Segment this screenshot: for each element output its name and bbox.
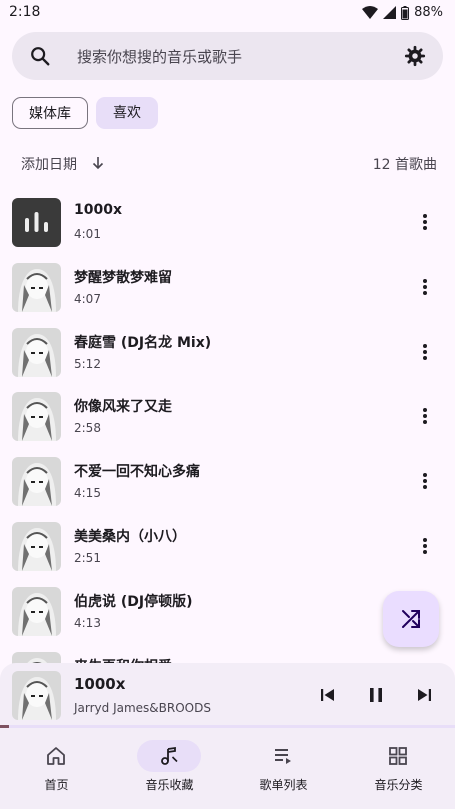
nav-item-favorites[interactable]: 音乐收藏 xyxy=(113,728,226,809)
song-title: 美美桑内（小八） xyxy=(74,528,186,545)
nav-item-playlists[interactable]: 歌单列表 xyxy=(227,728,340,809)
song-title: 梦醒梦散梦难留 xyxy=(74,269,172,286)
gear-icon[interactable] xyxy=(404,45,426,67)
song-duration: 4:07 xyxy=(74,291,101,306)
status-bar: 2:18 88% xyxy=(0,0,455,26)
song-title: 你像风来了又走 xyxy=(74,399,172,416)
album-cover xyxy=(12,392,61,442)
song-row[interactable]: 美美桑内（小八） 2:51 xyxy=(0,514,455,579)
album-cover xyxy=(12,586,61,636)
wifi-icon xyxy=(362,5,379,19)
mini-player[interactable]: 1000x Jarryd James&BROODS xyxy=(0,663,455,726)
now-playing-indicator xyxy=(12,198,61,247)
more-vert-icon[interactable] xyxy=(415,277,435,297)
sort-button[interactable]: 添加日期 xyxy=(21,154,77,174)
now-playing-artist: Jarryd James&BROODS xyxy=(74,701,211,715)
song-duration: 2:51 xyxy=(74,550,101,565)
music-note-icon xyxy=(161,746,178,765)
nav-label-home: 首页 xyxy=(44,778,69,792)
song-duration: 5:12 xyxy=(74,356,101,371)
song-title: 不爱一回不知心多痛 xyxy=(74,464,200,481)
album-cover xyxy=(12,521,61,571)
song-duration: 2:58 xyxy=(74,421,101,436)
album-cover xyxy=(12,262,61,312)
now-playing-cover xyxy=(12,671,61,720)
song-duration: 4:01 xyxy=(74,227,101,241)
song-list: 1000x 4:01 梦醒梦散梦难留 4:07 春庭雪 (DJ名龙 Mix) 5:12 你像… xyxy=(0,190,455,665)
chip-library[interactable]: 媒体库 xyxy=(12,97,88,129)
nav-label-playlists: 歌单列表 xyxy=(259,778,308,792)
skip-next-icon[interactable] xyxy=(414,685,434,705)
pause-icon[interactable] xyxy=(366,685,386,705)
song-row[interactable]: 你像风来了又走 2:58 xyxy=(0,384,455,449)
album-cover xyxy=(12,327,61,377)
search-icon xyxy=(31,47,50,66)
battery-icon xyxy=(401,5,410,20)
battery-level: 88% xyxy=(414,5,443,20)
chip-favorites[interactable]: 喜欢 xyxy=(96,97,158,129)
more-vert-icon[interactable] xyxy=(415,212,435,232)
more-vert-icon[interactable] xyxy=(415,342,435,362)
arrow-down-icon[interactable] xyxy=(90,155,106,171)
nav-item-home[interactable]: 首页 xyxy=(0,728,113,809)
nav-label-favorites: 音乐收藏 xyxy=(145,778,194,792)
skip-previous-icon[interactable] xyxy=(318,685,338,705)
song-duration: 4:15 xyxy=(74,486,101,501)
song-title: 1000x xyxy=(74,202,122,218)
status-time: 2:18 xyxy=(9,4,41,20)
song-title: 春庭雪 (DJ名龙 Mix) xyxy=(74,334,212,351)
song-row[interactable]: 梦醒梦散梦难留 4:07 xyxy=(0,255,455,320)
nav-label-categories: 音乐分类 xyxy=(374,778,423,792)
song-row[interactable]: 春庭雪 (DJ名龙 Mix) 5:12 xyxy=(0,320,455,385)
song-row[interactable]: 1000x 4:01 xyxy=(0,190,455,255)
playlist-icon xyxy=(275,749,291,764)
album-cover xyxy=(12,457,61,507)
song-duration: 4:13 xyxy=(74,615,101,630)
signal-icon xyxy=(383,6,397,19)
search-input[interactable]: 搜索你想搜的音乐或歌手 xyxy=(77,46,242,67)
status-icons: 88% xyxy=(362,5,443,20)
search-bar[interactable]: 搜索你想搜的音乐或歌手 xyxy=(12,32,443,80)
sort-row: 添加日期 12 首歌曲 xyxy=(0,150,455,176)
nav-item-categories[interactable]: 音乐分类 xyxy=(342,728,455,809)
song-title: 伯虎说 (DJ停顿版) xyxy=(74,593,193,610)
song-count: 12 首歌曲 xyxy=(372,157,437,173)
home-icon xyxy=(47,747,65,765)
more-vert-icon[interactable] xyxy=(415,406,435,426)
grid-icon xyxy=(389,747,407,765)
more-vert-icon[interactable] xyxy=(415,471,435,491)
more-vert-icon[interactable] xyxy=(415,536,435,556)
song-row[interactable]: 来生再和你相爱 xyxy=(0,644,455,665)
song-row[interactable]: 不爱一回不知心多痛 4:15 xyxy=(0,449,455,514)
shuffle-icon xyxy=(402,610,420,628)
now-playing-title: 1000x xyxy=(74,675,126,693)
shuffle-button[interactable] xyxy=(383,591,439,647)
bottom-nav: 首页 音乐收藏 歌单列表 音乐分类 xyxy=(0,728,455,809)
